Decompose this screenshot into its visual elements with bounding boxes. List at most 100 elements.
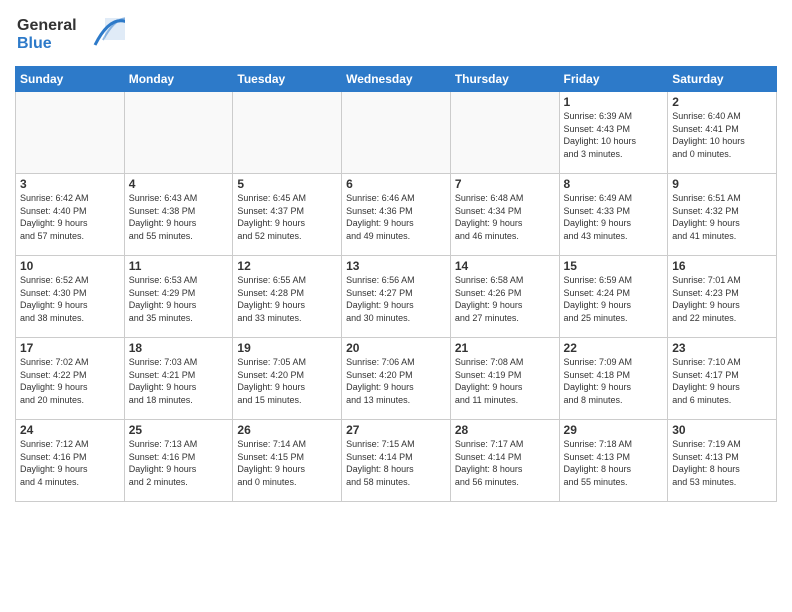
day-info: Sunrise: 6:42 AM Sunset: 4:40 PM Dayligh…	[20, 192, 120, 242]
weekday-header-sunday: Sunday	[16, 67, 125, 92]
calendar-cell: 10Sunrise: 6:52 AM Sunset: 4:30 PM Dayli…	[16, 256, 125, 338]
day-info: Sunrise: 7:02 AM Sunset: 4:22 PM Dayligh…	[20, 356, 120, 406]
calendar-cell: 19Sunrise: 7:05 AM Sunset: 4:20 PM Dayli…	[233, 338, 342, 420]
calendar-cell: 15Sunrise: 6:59 AM Sunset: 4:24 PM Dayli…	[559, 256, 668, 338]
day-info: Sunrise: 6:51 AM Sunset: 4:32 PM Dayligh…	[672, 192, 772, 242]
calendar-cell: 26Sunrise: 7:14 AM Sunset: 4:15 PM Dayli…	[233, 420, 342, 502]
day-info: Sunrise: 6:49 AM Sunset: 4:33 PM Dayligh…	[564, 192, 664, 242]
day-info: Sunrise: 7:14 AM Sunset: 4:15 PM Dayligh…	[237, 438, 337, 488]
day-number: 22	[564, 341, 664, 355]
day-number: 15	[564, 259, 664, 273]
day-info: Sunrise: 6:55 AM Sunset: 4:28 PM Dayligh…	[237, 274, 337, 324]
week-row-1: 1Sunrise: 6:39 AM Sunset: 4:43 PM Daylig…	[16, 92, 777, 174]
day-number: 6	[346, 177, 446, 191]
calendar-cell: 22Sunrise: 7:09 AM Sunset: 4:18 PM Dayli…	[559, 338, 668, 420]
day-info: Sunrise: 6:43 AM Sunset: 4:38 PM Dayligh…	[129, 192, 229, 242]
day-info: Sunrise: 6:58 AM Sunset: 4:26 PM Dayligh…	[455, 274, 555, 324]
day-number: 16	[672, 259, 772, 273]
svg-text:Blue: Blue	[17, 35, 52, 52]
weekday-header-row: SundayMondayTuesdayWednesdayThursdayFrid…	[16, 67, 777, 92]
calendar-cell: 2Sunrise: 6:40 AM Sunset: 4:41 PM Daylig…	[668, 92, 777, 174]
day-number: 5	[237, 177, 337, 191]
calendar-cell: 23Sunrise: 7:10 AM Sunset: 4:17 PM Dayli…	[668, 338, 777, 420]
day-number: 21	[455, 341, 555, 355]
day-info: Sunrise: 7:09 AM Sunset: 4:18 PM Dayligh…	[564, 356, 664, 406]
calendar-cell: 25Sunrise: 7:13 AM Sunset: 4:16 PM Dayli…	[124, 420, 233, 502]
day-info: Sunrise: 7:13 AM Sunset: 4:16 PM Dayligh…	[129, 438, 229, 488]
day-info: Sunrise: 7:08 AM Sunset: 4:19 PM Dayligh…	[455, 356, 555, 406]
calendar-cell: 12Sunrise: 6:55 AM Sunset: 4:28 PM Dayli…	[233, 256, 342, 338]
day-info: Sunrise: 6:59 AM Sunset: 4:24 PM Dayligh…	[564, 274, 664, 324]
calendar-cell: 11Sunrise: 6:53 AM Sunset: 4:29 PM Dayli…	[124, 256, 233, 338]
day-info: Sunrise: 6:53 AM Sunset: 4:29 PM Dayligh…	[129, 274, 229, 324]
day-info: Sunrise: 7:19 AM Sunset: 4:13 PM Dayligh…	[672, 438, 772, 488]
day-number: 12	[237, 259, 337, 273]
day-number: 28	[455, 423, 555, 437]
day-number: 23	[672, 341, 772, 355]
calendar-cell	[124, 92, 233, 174]
calendar-cell: 21Sunrise: 7:08 AM Sunset: 4:19 PM Dayli…	[450, 338, 559, 420]
day-info: Sunrise: 6:46 AM Sunset: 4:36 PM Dayligh…	[346, 192, 446, 242]
day-number: 14	[455, 259, 555, 273]
logo-text: General Blue	[15, 10, 125, 60]
calendar-cell: 8Sunrise: 6:49 AM Sunset: 4:33 PM Daylig…	[559, 174, 668, 256]
day-info: Sunrise: 6:39 AM Sunset: 4:43 PM Dayligh…	[564, 110, 664, 160]
calendar-cell: 7Sunrise: 6:48 AM Sunset: 4:34 PM Daylig…	[450, 174, 559, 256]
day-number: 11	[129, 259, 229, 273]
day-info: Sunrise: 6:40 AM Sunset: 4:41 PM Dayligh…	[672, 110, 772, 160]
svg-text:General: General	[17, 17, 77, 34]
day-info: Sunrise: 6:52 AM Sunset: 4:30 PM Dayligh…	[20, 274, 120, 324]
weekday-header-thursday: Thursday	[450, 67, 559, 92]
day-number: 10	[20, 259, 120, 273]
day-number: 25	[129, 423, 229, 437]
calendar-cell: 30Sunrise: 7:19 AM Sunset: 4:13 PM Dayli…	[668, 420, 777, 502]
day-number: 19	[237, 341, 337, 355]
calendar-cell	[16, 92, 125, 174]
calendar-cell: 24Sunrise: 7:12 AM Sunset: 4:16 PM Dayli…	[16, 420, 125, 502]
weekday-header-friday: Friday	[559, 67, 668, 92]
weekday-header-tuesday: Tuesday	[233, 67, 342, 92]
day-number: 13	[346, 259, 446, 273]
calendar-cell: 16Sunrise: 7:01 AM Sunset: 4:23 PM Dayli…	[668, 256, 777, 338]
page-container: General Blue SundayMondayTuesdayWednesda…	[0, 0, 792, 507]
weekday-header-wednesday: Wednesday	[342, 67, 451, 92]
day-info: Sunrise: 7:05 AM Sunset: 4:20 PM Dayligh…	[237, 356, 337, 406]
calendar-cell: 27Sunrise: 7:15 AM Sunset: 4:14 PM Dayli…	[342, 420, 451, 502]
day-info: Sunrise: 6:45 AM Sunset: 4:37 PM Dayligh…	[237, 192, 337, 242]
day-info: Sunrise: 7:03 AM Sunset: 4:21 PM Dayligh…	[129, 356, 229, 406]
day-number: 1	[564, 95, 664, 109]
day-number: 2	[672, 95, 772, 109]
day-info: Sunrise: 6:56 AM Sunset: 4:27 PM Dayligh…	[346, 274, 446, 324]
day-info: Sunrise: 6:48 AM Sunset: 4:34 PM Dayligh…	[455, 192, 555, 242]
day-number: 20	[346, 341, 446, 355]
calendar-cell: 14Sunrise: 6:58 AM Sunset: 4:26 PM Dayli…	[450, 256, 559, 338]
day-number: 9	[672, 177, 772, 191]
calendar-cell: 18Sunrise: 7:03 AM Sunset: 4:21 PM Dayli…	[124, 338, 233, 420]
header: General Blue	[15, 10, 777, 60]
weekday-header-saturday: Saturday	[668, 67, 777, 92]
day-number: 24	[20, 423, 120, 437]
day-number: 8	[564, 177, 664, 191]
day-info: Sunrise: 7:15 AM Sunset: 4:14 PM Dayligh…	[346, 438, 446, 488]
calendar-cell: 9Sunrise: 6:51 AM Sunset: 4:32 PM Daylig…	[668, 174, 777, 256]
calendar-cell	[342, 92, 451, 174]
calendar-cell: 3Sunrise: 6:42 AM Sunset: 4:40 PM Daylig…	[16, 174, 125, 256]
day-number: 29	[564, 423, 664, 437]
calendar-cell: 29Sunrise: 7:18 AM Sunset: 4:13 PM Dayli…	[559, 420, 668, 502]
calendar-cell: 5Sunrise: 6:45 AM Sunset: 4:37 PM Daylig…	[233, 174, 342, 256]
calendar-cell: 4Sunrise: 6:43 AM Sunset: 4:38 PM Daylig…	[124, 174, 233, 256]
day-info: Sunrise: 7:17 AM Sunset: 4:14 PM Dayligh…	[455, 438, 555, 488]
week-row-2: 3Sunrise: 6:42 AM Sunset: 4:40 PM Daylig…	[16, 174, 777, 256]
calendar-cell: 28Sunrise: 7:17 AM Sunset: 4:14 PM Dayli…	[450, 420, 559, 502]
day-info: Sunrise: 7:01 AM Sunset: 4:23 PM Dayligh…	[672, 274, 772, 324]
calendar-cell: 1Sunrise: 6:39 AM Sunset: 4:43 PM Daylig…	[559, 92, 668, 174]
calendar-table: SundayMondayTuesdayWednesdayThursdayFrid…	[15, 66, 777, 502]
week-row-4: 17Sunrise: 7:02 AM Sunset: 4:22 PM Dayli…	[16, 338, 777, 420]
calendar-cell: 20Sunrise: 7:06 AM Sunset: 4:20 PM Dayli…	[342, 338, 451, 420]
logo: General Blue	[15, 10, 125, 60]
day-number: 3	[20, 177, 120, 191]
day-number: 18	[129, 341, 229, 355]
calendar-cell: 17Sunrise: 7:02 AM Sunset: 4:22 PM Dayli…	[16, 338, 125, 420]
weekday-header-monday: Monday	[124, 67, 233, 92]
day-number: 26	[237, 423, 337, 437]
